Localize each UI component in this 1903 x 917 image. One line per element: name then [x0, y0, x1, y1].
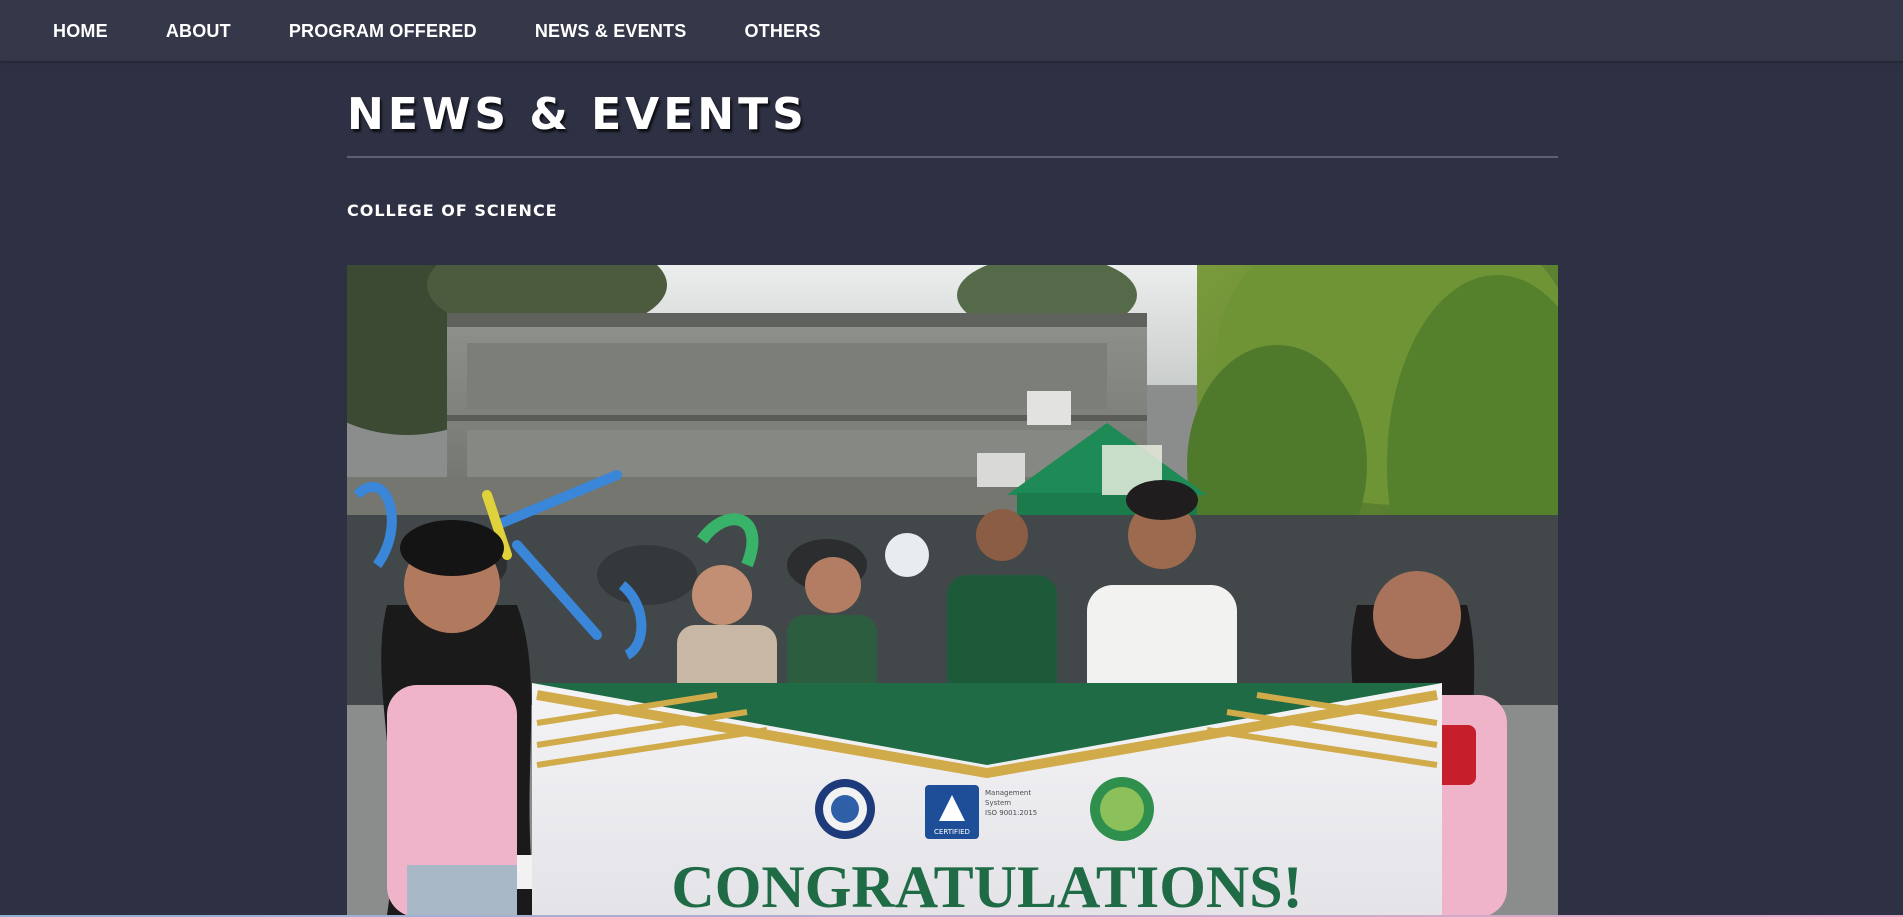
nav-item-program-offered[interactable]: PROGRAM OFFERED [289, 22, 477, 40]
event-photo[interactable]: CERTIFIED Management System ISO 9001:201… [347, 265, 1558, 917]
nav-item-news-events[interactable]: NEWS & EVENTS [535, 22, 687, 40]
section-heading: COLLEGE OF SCIENCE [347, 201, 558, 220]
nav-item-about[interactable]: ABOUT [166, 22, 231, 40]
nav-item-home[interactable]: HOME [53, 22, 108, 40]
banner-text: CONGRATULATIONS! [671, 854, 1302, 917]
nav-item-others[interactable]: OTHERS [744, 22, 820, 40]
svg-text:System: System [985, 799, 1011, 807]
title-divider [347, 156, 1558, 158]
svg-text:ISO 9001:2015: ISO 9001:2015 [985, 809, 1037, 817]
top-navigation: HOME ABOUT PROGRAM OFFERED NEWS & EVENTS… [0, 0, 1903, 61]
event-photo-graphic: CERTIFIED Management System ISO 9001:201… [347, 265, 1558, 917]
main-content: NEWS & EVENTS COLLEGE OF SCIENCE CERTIFI… [347, 61, 1558, 917]
nav-menu: HOME ABOUT PROGRAM OFFERED NEWS & EVENTS… [0, 0, 1903, 61]
page-title: NEWS & EVENTS [347, 89, 808, 140]
svg-text:Management: Management [985, 789, 1031, 797]
svg-text:CERTIFIED: CERTIFIED [934, 828, 970, 836]
